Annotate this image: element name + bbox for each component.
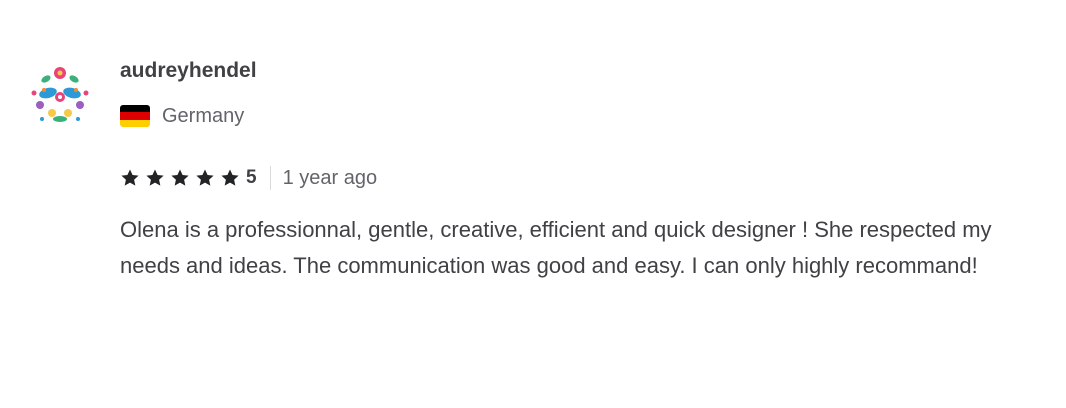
star-icon: [196, 169, 214, 186]
flag-stripe-black: [120, 105, 150, 113]
reviewer-country: Germany: [162, 105, 245, 127]
flag-stripe-gold: [120, 119, 150, 127]
flag-stripe-red: [120, 112, 150, 120]
review-time: 1 year ago: [282, 167, 378, 189]
star-icon: [146, 169, 164, 186]
review-card: audreyhendel Germany 5 1 year ago Olena …: [0, 0, 1066, 408]
review-text: Olena is a professionnal, gentle, creati…: [120, 217, 992, 278]
reviewer-country-row: Germany: [120, 103, 244, 129]
star-icon: [221, 169, 239, 186]
folk-art-avatar-image: [24, 59, 96, 131]
star-icon: [171, 169, 189, 186]
rating-row: 5 1 year ago: [120, 164, 377, 192]
rating-value: 5: [246, 167, 257, 188]
star-rating: [120, 168, 245, 188]
star-icon: [121, 169, 139, 186]
avatar[interactable]: [24, 59, 96, 131]
reviewer-username[interactable]: audreyhendel: [120, 58, 257, 84]
germany-flag-icon: [120, 105, 150, 127]
rating-divider: [269, 166, 271, 190]
